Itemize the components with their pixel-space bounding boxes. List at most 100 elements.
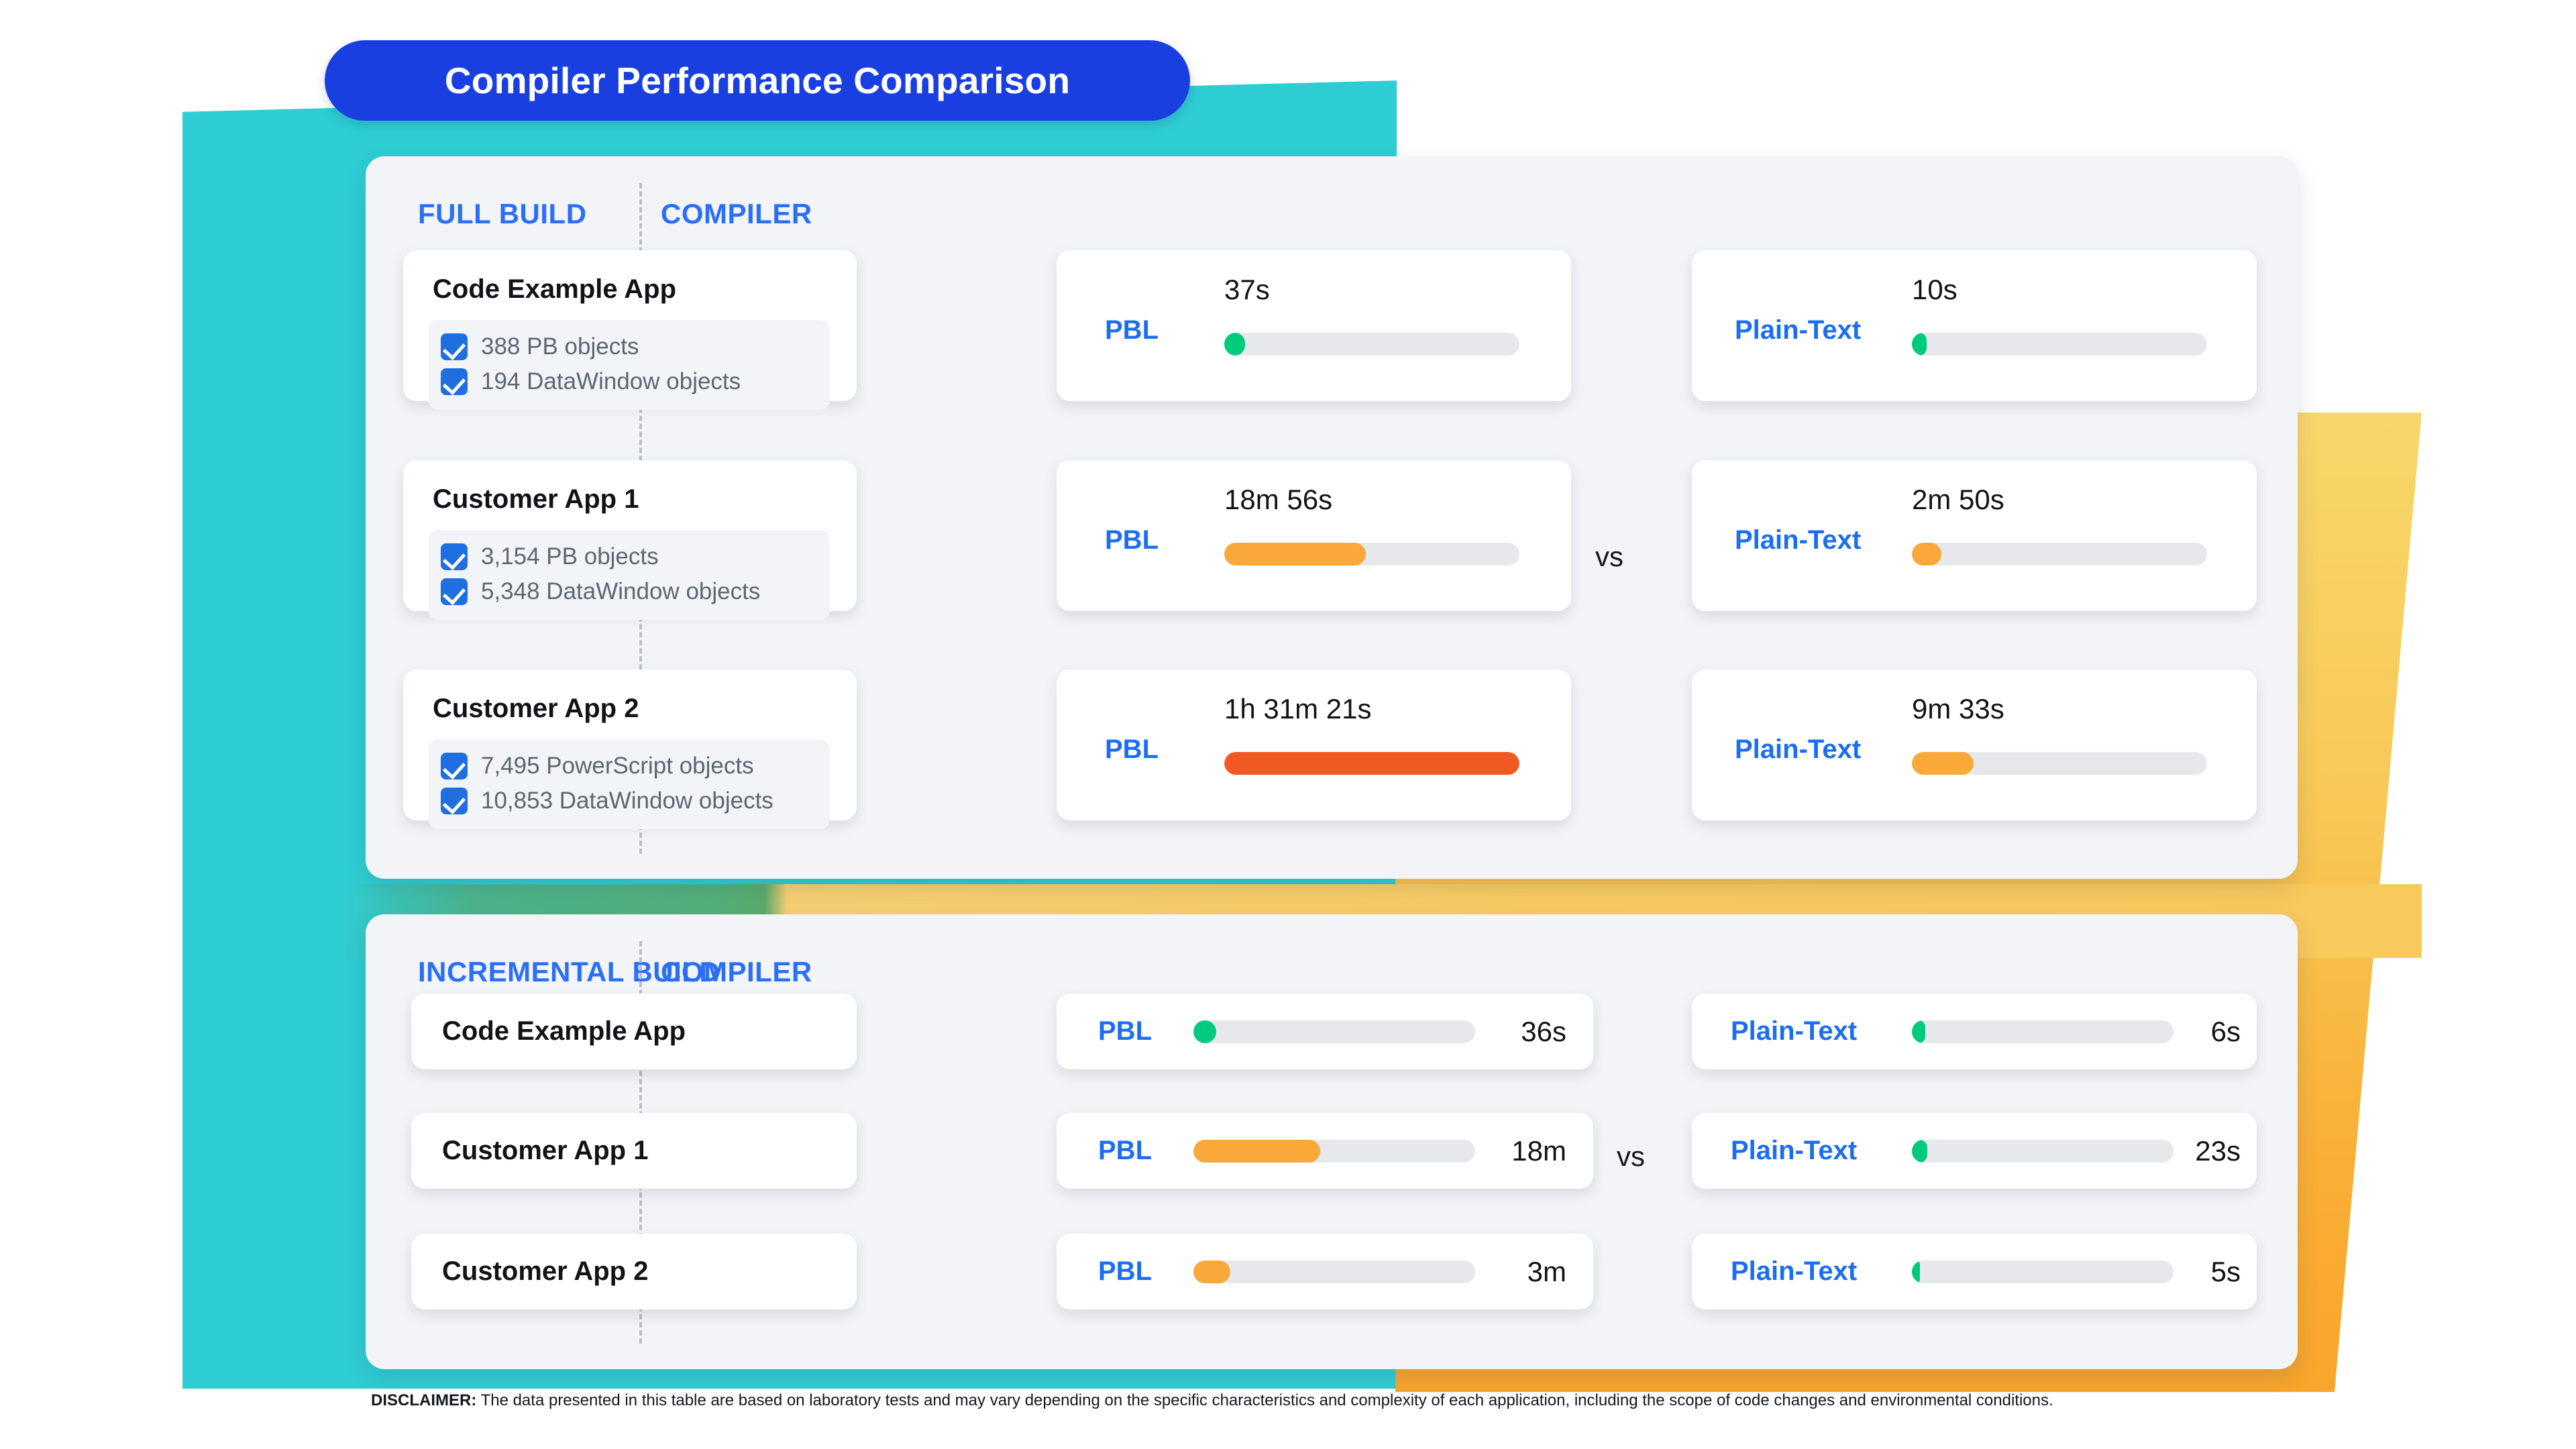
- app-object-list: 7,495 PowerScript objects 10,853 DataWin…: [429, 739, 830, 829]
- metric-value: 36s: [1521, 1015, 1566, 1047]
- metric-card-plain-text[interactable]: Plain-Text 2m 50s: [1692, 460, 2257, 611]
- metric-row-pbl[interactable]: PBL 36s: [1057, 994, 1593, 1069]
- metric-label: PBL: [1098, 1016, 1152, 1046]
- app-card-title: Code Example App: [442, 1016, 686, 1046]
- object-label: 7,495 PowerScript objects: [481, 753, 754, 779]
- app-card-title: Code Example App: [433, 274, 677, 304]
- metric-progress-fill: [1912, 543, 1941, 566]
- checkbox-checked-icon[interactable]: [441, 753, 468, 780]
- metric-value: 2m 50s: [1912, 484, 2004, 515]
- app-card-simple[interactable]: Customer App 1: [411, 1113, 857, 1189]
- metric-card-pbl[interactable]: PBL 37s: [1057, 250, 1571, 401]
- checkbox-checked-icon[interactable]: [441, 368, 468, 395]
- metric-value: 18m 56s: [1224, 484, 1333, 515]
- app-card-title: Customer App 1: [442, 1136, 649, 1165]
- metric-label: PBL: [1098, 1256, 1152, 1286]
- metric-value: 9m 33s: [1912, 693, 2004, 724]
- metric-row-pbl[interactable]: PBL 3m: [1057, 1234, 1593, 1309]
- app-card-title: Customer App 2: [433, 694, 639, 723]
- metric-progress-track: [1912, 543, 2207, 566]
- vs-separator: vs: [1617, 1140, 1645, 1172]
- metric-progress-fill: [1224, 333, 1245, 356]
- checkbox-checked-icon[interactable]: [441, 578, 468, 605]
- metric-label: Plain-Text: [1731, 1016, 1858, 1046]
- object-row: 3,154 PB objects: [441, 539, 818, 574]
- metric-row-plain-text[interactable]: Plain-Text 23s: [1692, 1113, 2257, 1189]
- metric-value: 6s: [2210, 1015, 2241, 1047]
- object-label: 3,154 PB objects: [481, 543, 659, 570]
- app-card[interactable]: Customer App 2 7,495 PowerScript objects…: [403, 669, 857, 829]
- metric-value: 18m: [1511, 1134, 1566, 1167]
- metric-card-pbl[interactable]: PBL 1h 31m 21s: [1057, 669, 1571, 820]
- metric-label: PBL: [1105, 315, 1159, 345]
- metric-progress-track: [1224, 333, 1519, 356]
- metric-progress-track: [1224, 752, 1519, 775]
- metric-progress-track: [1193, 1260, 1475, 1283]
- metric-progress-fill: [1193, 1260, 1230, 1283]
- full-build-compiler-heading: COMPILER: [661, 198, 812, 229]
- metric-progress-fill: [1912, 333, 1927, 356]
- metric-label: Plain-Text: [1735, 735, 1862, 764]
- object-row: 5,348 DataWindow objects: [441, 574, 818, 609]
- metric-progress-track: [1912, 1139, 2174, 1163]
- object-row: 194 DataWindow objects: [441, 364, 818, 399]
- metric-progress-fill: [1912, 1020, 1925, 1043]
- metric-label: PBL: [1105, 525, 1159, 555]
- app-card-title: Customer App 2: [442, 1256, 649, 1286]
- metric-progress-fill: [1912, 1260, 1920, 1283]
- metric-progress-track: [1193, 1020, 1475, 1043]
- metric-progress-track: [1193, 1139, 1475, 1163]
- metric-progress-fill: [1912, 1139, 1928, 1163]
- metric-row-plain-text[interactable]: Plain-Text 6s: [1692, 994, 2257, 1069]
- metric-row-plain-text[interactable]: Plain-Text 5s: [1692, 1234, 2257, 1309]
- metric-value: 3m: [1527, 1255, 1566, 1287]
- metric-label: PBL: [1098, 1136, 1152, 1165]
- object-label: 5,348 DataWindow objects: [481, 578, 761, 604]
- app-card-simple[interactable]: Customer App 2: [411, 1234, 857, 1309]
- metric-row-pbl[interactable]: PBL 18m: [1057, 1113, 1593, 1189]
- object-row: 10,853 DataWindow objects: [441, 784, 818, 818]
- metric-value: 1h 31m 21s: [1224, 693, 1372, 724]
- metric-card-pbl[interactable]: PBL 18m 56s: [1057, 460, 1571, 611]
- metric-label: Plain-Text: [1735, 525, 1862, 555]
- metric-progress-track: [1224, 543, 1519, 566]
- metric-label: Plain-Text: [1735, 315, 1862, 345]
- app-card-simple[interactable]: Code Example App: [411, 994, 857, 1069]
- disclaimer-prefix: DISCLAIMER:: [371, 1391, 477, 1409]
- metric-value: 23s: [2195, 1134, 2241, 1167]
- metric-label: Plain-Text: [1731, 1136, 1858, 1165]
- app-object-list: 388 PB objects 194 DataWindow objects: [429, 320, 830, 410]
- checkbox-checked-icon[interactable]: [441, 788, 468, 814]
- metric-label: PBL: [1105, 735, 1159, 764]
- app-card[interactable]: Code Example App 388 PB objects 194 Data…: [403, 250, 857, 410]
- infographic-root: Compiler Performance Comparison FULL BUI…: [0, 0, 2576, 1449]
- page-title: Compiler Performance Comparison: [444, 60, 1071, 101]
- app-object-list: 3,154 PB objects 5,348 DataWindow object…: [429, 530, 830, 620]
- metric-card-plain-text[interactable]: Plain-Text 10s: [1692, 250, 2257, 401]
- checkbox-checked-icon[interactable]: [441, 333, 468, 360]
- object-row: 388 PB objects: [441, 329, 818, 364]
- app-card[interactable]: Customer App 1 3,154 PB objects 5,348 Da…: [403, 460, 857, 620]
- metric-progress-track: [1912, 752, 2207, 775]
- metric-progress-track: [1912, 333, 2207, 356]
- metric-card-plain-text[interactable]: Plain-Text 9m 33s: [1692, 669, 2257, 820]
- metric-value: 10s: [1912, 274, 1957, 305]
- metric-progress-fill: [1193, 1020, 1216, 1043]
- metric-progress-track: [1912, 1020, 2174, 1043]
- metric-value: 37s: [1224, 274, 1270, 305]
- object-label: 194 DataWindow objects: [481, 368, 741, 394]
- metric-label: Plain-Text: [1731, 1256, 1858, 1286]
- metric-progress-fill: [1193, 1139, 1320, 1163]
- app-card-title: Customer App 1: [433, 484, 639, 514]
- metric-progress-fill: [1912, 752, 1974, 775]
- metric-progress-fill: [1224, 543, 1366, 566]
- checkbox-checked-icon[interactable]: [441, 543, 468, 570]
- metric-progress-track: [1912, 1260, 2174, 1283]
- metric-progress-fill: [1224, 752, 1519, 775]
- page-title-pill: Compiler Performance Comparison: [325, 40, 1190, 121]
- object-row: 7,495 PowerScript objects: [441, 749, 818, 784]
- vs-separator: vs: [1595, 541, 1623, 572]
- disclaimer: DISCLAIMER: The data presented in this t…: [371, 1390, 2290, 1411]
- full-build-heading: FULL BUILD: [418, 198, 587, 229]
- metric-value: 5s: [2210, 1255, 2241, 1287]
